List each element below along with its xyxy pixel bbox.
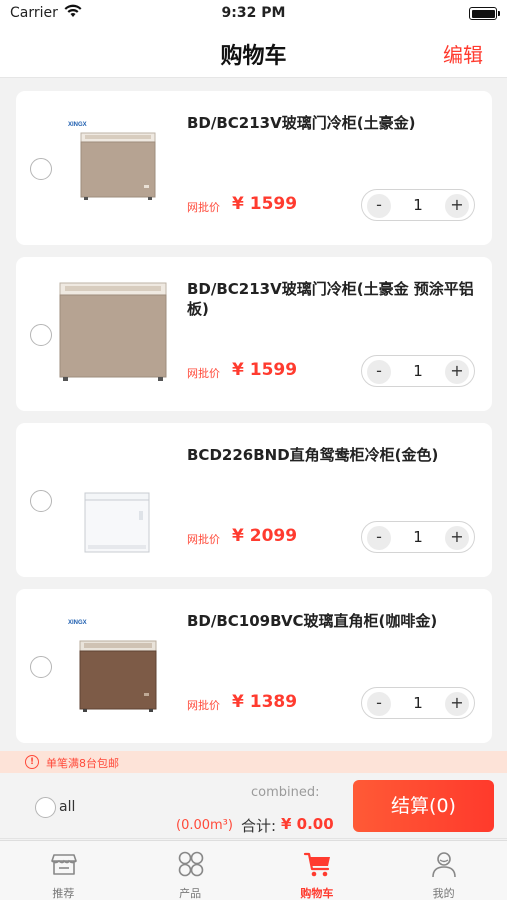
nav-bar: 购物车 编辑	[0, 28, 507, 78]
decrease-button[interactable]: -	[367, 692, 391, 716]
edit-button[interactable]: 编辑	[443, 39, 483, 68]
quantity-stepper: - 1 +	[361, 687, 475, 719]
combined-label: combined:	[251, 785, 320, 800]
total-volume: (0.00m³)	[176, 818, 233, 833]
decrease-button[interactable]: -	[367, 194, 391, 218]
notice-text: 单笔满8台包邮	[46, 757, 119, 770]
increase-button[interactable]: +	[445, 360, 469, 384]
total-label: 合计:	[241, 817, 277, 835]
page-title: 购物车	[220, 44, 287, 69]
product-image	[84, 492, 150, 553]
tab-cart[interactable]: 购物车	[254, 841, 381, 900]
decrease-button[interactable]: -	[367, 360, 391, 384]
cart-icon	[303, 852, 330, 877]
product-name[interactable]: BD/BC109BVC玻璃直角柜(咖啡金)	[187, 611, 477, 631]
quantity-value[interactable]: 1	[400, 528, 436, 546]
status-bar: Carrier 9:32 PM	[0, 0, 507, 28]
warning-circle-icon: !	[25, 755, 39, 769]
price-label: 网批价	[187, 201, 220, 214]
tab-bar: 推荐 产品 购物车 我的	[0, 840, 507, 900]
increase-button[interactable]: +	[445, 692, 469, 716]
shipping-notice: ! 单笔满8台包邮	[0, 751, 507, 773]
quantity-value[interactable]: 1	[400, 196, 436, 214]
clock: 9:32 PM	[221, 5, 286, 21]
cart-item: XINGX BD/BC109BVC玻璃直角柜(咖啡金) 网批价 ¥ 1389 -…	[16, 589, 492, 743]
product-name[interactable]: BCD226BND直角鸳鸯柜冷柜(金色)	[187, 445, 477, 465]
cart-item: XINGX BD/BC213V玻璃门冷柜(土豪金) 网批价 ¥ 1599 - 1…	[16, 91, 492, 245]
quantity-stepper: - 1 +	[361, 355, 475, 387]
tab-label: 产品	[179, 887, 202, 900]
item-select-radio[interactable]	[30, 656, 52, 678]
item-select-radio[interactable]	[30, 490, 52, 512]
quantity-stepper: - 1 +	[361, 189, 475, 221]
price-label: 网批价	[187, 367, 220, 380]
user-icon	[432, 852, 457, 878]
select-all-label[interactable]: all	[59, 799, 75, 815]
cart-item: BCD226BND直角鸳鸯柜冷柜(金色) 网批价 ¥ 2099 - 1 +	[16, 423, 492, 577]
checkout-button[interactable]: 结算(0)	[353, 780, 494, 832]
tab-products[interactable]: 产品	[127, 841, 254, 900]
product-name[interactable]: BD/BC213V玻璃门冷柜(土豪金)	[187, 113, 477, 133]
quantity-value[interactable]: 1	[400, 362, 436, 380]
increase-button[interactable]: +	[445, 526, 469, 550]
grid-icon	[178, 851, 204, 877]
checkout-bar: all combined: (0.00m³) 合计: ¥ 0.00 结算(0)	[0, 773, 507, 839]
product-price: ¥ 1599	[232, 360, 298, 380]
tab-label: 我的	[432, 887, 455, 900]
total-amount: ¥ 0.00	[281, 815, 334, 833]
battery-icon	[469, 7, 500, 20]
tab-label: 购物车	[300, 887, 334, 900]
cart-list: XINGX BD/BC213V玻璃门冷柜(土豪金) 网批价 ¥ 1599 - 1…	[16, 91, 492, 755]
store-icon	[51, 854, 77, 875]
tab-label: 推荐	[52, 887, 75, 900]
price-label: 网批价	[187, 533, 220, 546]
tab-recommend[interactable]: 推荐	[0, 841, 127, 900]
product-image	[59, 282, 167, 381]
item-select-radio[interactable]	[30, 158, 52, 180]
decrease-button[interactable]: -	[367, 526, 391, 550]
select-all-radio[interactable]	[35, 797, 56, 818]
tab-mine[interactable]: 我的	[380, 841, 507, 900]
item-select-radio[interactable]	[30, 324, 52, 346]
price-label: 网批价	[187, 699, 220, 712]
product-image: XINGX	[68, 620, 157, 712]
quantity-value[interactable]: 1	[400, 694, 436, 712]
product-price: ¥ 2099	[232, 526, 298, 546]
cart-item: BD/BC213V玻璃门冷柜(土豪金 预涂平铝板) 网批价 ¥ 1599 - 1…	[16, 257, 492, 411]
product-name[interactable]: BD/BC213V玻璃门冷柜(土豪金 预涂平铝板)	[187, 279, 477, 319]
product-image: XINGX	[68, 122, 156, 200]
brand-logo: XINGX	[68, 122, 87, 128]
quantity-stepper: - 1 +	[361, 521, 475, 553]
increase-button[interactable]: +	[445, 194, 469, 218]
brand-logo: XINGX	[68, 620, 87, 626]
product-price: ¥ 1389	[232, 692, 298, 712]
product-price: ¥ 1599	[232, 194, 298, 214]
